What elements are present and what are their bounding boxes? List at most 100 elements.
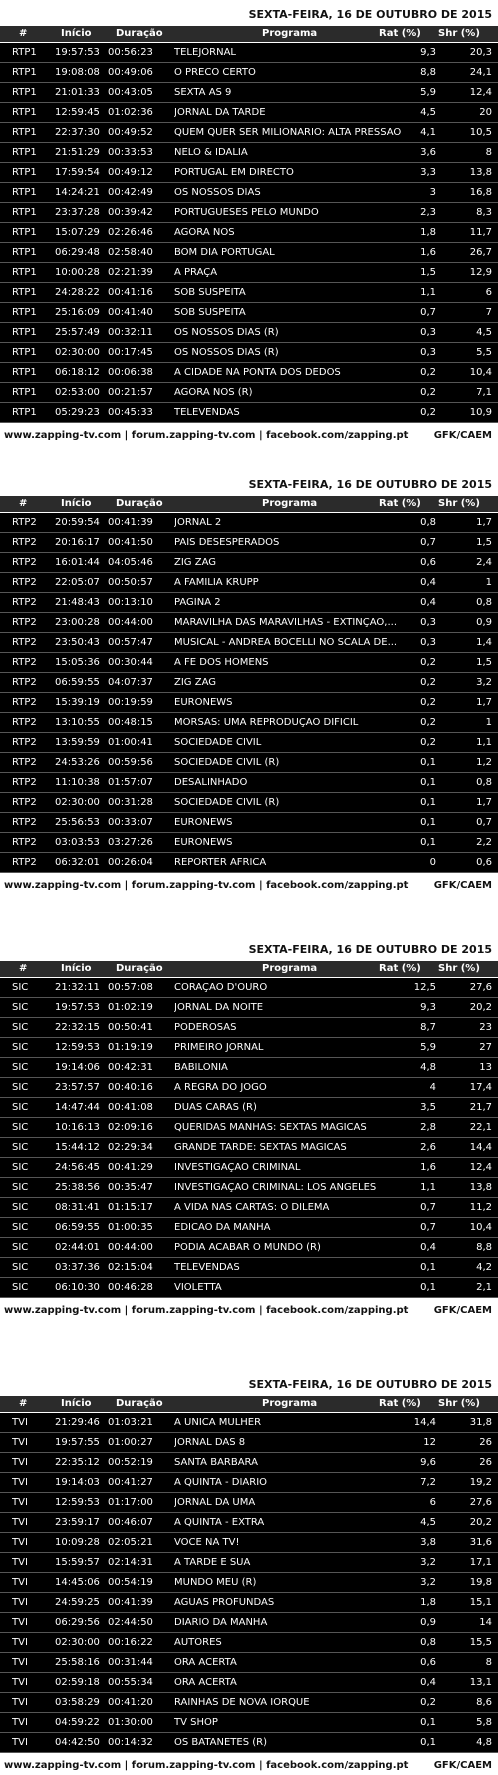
cell-share: 20,3	[469, 47, 492, 58]
table-row: RTP1 12:59:45 01:02:36 JORNAL DA TARDE 4,5 20	[0, 103, 498, 123]
cell-program: SOB SUSPEITA	[174, 307, 246, 318]
table-row: RTP1 21:51:29 00:33:53 NELO & IDALIA 3,6 8	[0, 143, 498, 163]
cell-rating: 2,8	[420, 1122, 436, 1133]
cell-start: 06:59:55	[55, 1222, 100, 1233]
cell-share: 3,2	[476, 677, 492, 688]
cell-start: 06:10:30	[55, 1282, 100, 1293]
cell-start: 19:57:53	[55, 1002, 100, 1013]
cell-channel: RTP2	[12, 817, 37, 828]
cell-duration: 00:44:00	[108, 1242, 153, 1253]
cell-channel: RTP1	[12, 187, 37, 198]
cell-duration: 00:33:53	[108, 147, 153, 158]
cell-channel: RTP2	[12, 777, 37, 788]
cell-program: GRANDE TARDE: SEXTAS MAGICAS	[174, 1142, 347, 1153]
cell-channel: SIC	[12, 1242, 29, 1253]
cell-channel: TVI	[12, 1497, 28, 1508]
cell-channel: TVI	[12, 1557, 28, 1568]
cell-share: 26,7	[469, 247, 492, 258]
cell-channel: TVI	[12, 1637, 28, 1648]
cell-duration: 00:43:05	[108, 87, 153, 98]
cell-start: 02:30:00	[55, 347, 100, 358]
cell-program: OS NOSSOS DIAS (R)	[174, 347, 279, 358]
footer: www.zapping-tv.com | forum.zapping-tv.co…	[0, 427, 498, 445]
cell-duration: 00:41:08	[108, 1102, 153, 1113]
column-header-rating: Rat (%)	[379, 28, 421, 39]
footer-source: GFK/CAEM	[433, 880, 492, 891]
cell-program: INVESTIGAÇAO CRIMINAL	[174, 1162, 301, 1173]
cell-share: 20,2	[469, 1002, 492, 1013]
table-row: RTP1 23:37:28 00:39:42 PORTUGUESES PELO MUN…	[0, 203, 498, 223]
cell-program: A FE DOS HOMENS	[174, 657, 269, 668]
cell-channel: TVI	[12, 1437, 28, 1448]
cell-rating: 0,9	[420, 1617, 436, 1628]
table-header: # Início Duração Programa Rat (%) Shr (%)	[0, 1396, 498, 1412]
cell-program: PRIMEIRO JORNAL	[174, 1042, 264, 1053]
table-row: SIC 10:16:13 02:09:16 QUERIDAS MANHAS: SEXT…	[0, 1118, 498, 1138]
cell-program: TELEJORNAL	[174, 47, 236, 58]
cell-rating: 0,3	[420, 617, 436, 628]
table-row: SIC 23:57:57 00:40:16 A REGRA DO JOGO 4 17,4	[0, 1078, 498, 1098]
cell-duration: 02:58:40	[108, 247, 153, 258]
cell-program: SOB SUSPEITA	[174, 287, 246, 298]
cell-start: 25:38:56	[55, 1182, 100, 1193]
cell-channel: TVI	[12, 1737, 28, 1748]
cell-share: 31,8	[469, 1417, 492, 1428]
cell-rating: 0,2	[420, 737, 436, 748]
table-row: RTP1 17:59:54 00:49:12 PORTUGAL EM DIRECTO 3…	[0, 163, 498, 183]
cell-program: A QUINTA - DIARIO	[174, 1477, 268, 1488]
cell-channel: RTP2	[12, 697, 37, 708]
cell-share: 14	[479, 1617, 492, 1628]
cell-start: 23:57:57	[55, 1082, 100, 1093]
cell-duration: 00:54:19	[108, 1577, 153, 1588]
cell-start: 25:56:53	[55, 817, 100, 828]
table-row: SIC 25:38:56 00:35:47 INVESTIGAÇAO CRIMINAL…	[0, 1178, 498, 1198]
cell-duration: 01:17:00	[108, 1497, 153, 1508]
table-row: RTP1 25:57:49 00:32:11 OS NOSSOS DIAS (R) 0,…	[0, 323, 498, 343]
cell-start: 04:42:50	[55, 1737, 100, 1748]
table-row: RTP2 13:59:59 01:00:41 SOCIEDADE CIVIL 0,2 1,…	[0, 733, 498, 753]
cell-program: PAIS DESESPERADOS	[174, 537, 280, 548]
cell-start: 17:59:54	[55, 167, 100, 178]
cell-duration: 04:05:46	[108, 557, 153, 568]
cell-share: 19,2	[469, 1477, 492, 1488]
cell-duration: 00:31:28	[108, 797, 153, 808]
cell-channel: SIC	[12, 1282, 29, 1293]
cell-program: JORNAL DA UMA	[174, 1497, 256, 1508]
cell-start: 14:47:44	[55, 1102, 100, 1113]
cell-start: 24:28:22	[55, 287, 100, 298]
cell-program: DESALINHADO	[174, 777, 248, 788]
cell-duration: 01:19:19	[108, 1042, 153, 1053]
cell-rating: 3	[429, 187, 436, 198]
table-row: RTP1 15:07:29 02:26:46 AGORA NOS 1,8 11,7	[0, 223, 498, 243]
cell-start: 24:59:25	[55, 1597, 100, 1608]
cell-share: 1,2	[476, 757, 492, 768]
table-row: TVI 02:59:18 00:55:34 ORA ACERTA 0,4 13,1	[0, 1673, 498, 1693]
cell-program: SEXTA AS 9	[174, 87, 232, 98]
cell-share: 1,7	[476, 797, 492, 808]
cell-channel: RTP1	[12, 307, 37, 318]
column-header-channel: #	[19, 963, 28, 974]
cell-start: 20:16:17	[55, 537, 100, 548]
cell-rating: 3,2	[420, 1557, 436, 1568]
footer-source: GFK/CAEM	[433, 1305, 492, 1316]
cell-program: TELEVENDAS	[174, 1262, 240, 1273]
cell-duration: 00:33:07	[108, 817, 153, 828]
cell-channel: RTP1	[12, 47, 37, 58]
cell-duration: 00:52:19	[108, 1457, 153, 1468]
table-row: TVI 21:29:46 01:03:21 A UNICA MULHER 14,4 31,…	[0, 1413, 498, 1433]
table-row: TVI 22:35:12 00:52:19 SANTA BARBARA 9,6 26	[0, 1453, 498, 1473]
cell-rating: 0,3	[420, 347, 436, 358]
cell-duration: 00:41:16	[108, 287, 153, 298]
cell-program: AGORA NOS	[174, 227, 235, 238]
cell-channel: RTP2	[12, 657, 37, 668]
cell-duration: 02:29:34	[108, 1142, 153, 1153]
cell-duration: 01:00:41	[108, 737, 153, 748]
footer-source: GFK/CAEM	[433, 430, 492, 441]
column-header-start: Início	[61, 28, 92, 39]
cell-start: 11:10:38	[55, 777, 100, 788]
cell-program: PORTUGUESES PELO MUNDO	[174, 207, 319, 218]
cell-program: AGUAS PROFUNDAS	[174, 1597, 275, 1608]
cell-share: 27,6	[469, 982, 492, 993]
cell-share: 11,2	[469, 1202, 492, 1213]
table-row: RTP2 20:59:54 00:41:39 JORNAL 2 0,8 1,7	[0, 513, 498, 533]
